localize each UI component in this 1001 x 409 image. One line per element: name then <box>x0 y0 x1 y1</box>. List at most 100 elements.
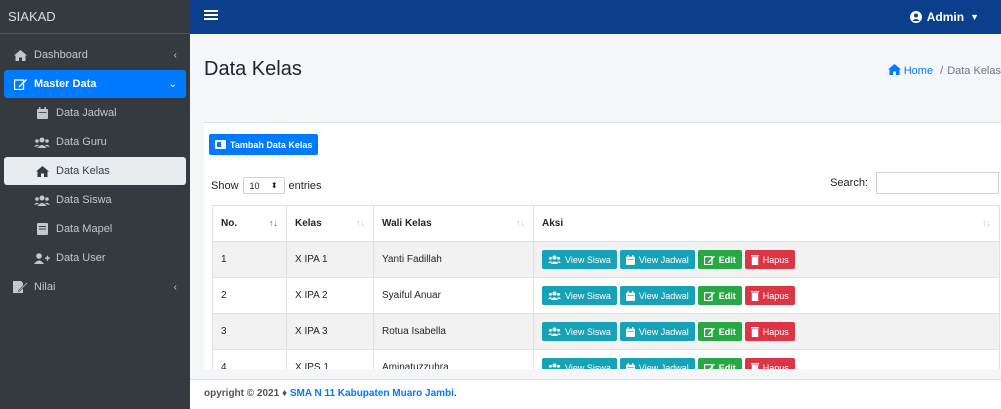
table-cell: X IPS 1 <box>286 349 374 369</box>
users-icon <box>548 255 561 264</box>
view-siswa-button[interactable]: View Siswa <box>542 358 617 369</box>
trash-icon <box>750 290 759 301</box>
button-label: Edit <box>718 254 736 265</box>
button-label: View Siswa <box>565 326 611 337</box>
edit-button[interactable]: Edit <box>697 358 742 369</box>
entries-length-control: Show 10 ⬍ entries <box>211 177 322 194</box>
view-jadwal-button[interactable]: View Jadwal <box>619 322 695 341</box>
sidebar-item-master-data[interactable]: Master Data ⌄ <box>4 70 186 98</box>
column-header-wali-kelas[interactable]: Wali Kelas ↑↓ <box>373 205 534 242</box>
view-siswa-button[interactable]: View Siswa <box>542 250 617 269</box>
column-header-label: Kelas <box>295 218 322 229</box>
table-cell: X IPA 1 <box>286 241 374 278</box>
users-icon <box>548 291 561 300</box>
column-header-aksi[interactable]: Aksi ↑↓ <box>533 205 1000 242</box>
calendar-icon <box>625 326 635 337</box>
add-class-button[interactable]: Tambah Data Kelas <box>209 134 319 155</box>
entries-select-value: 10 <box>249 180 260 191</box>
table-cell: 3 <box>212 313 287 350</box>
entries-select[interactable]: 10 ⬍ <box>242 177 285 194</box>
sidebar-item-data-kelas[interactable]: Data Kelas <box>4 157 186 185</box>
users-icon <box>34 195 50 206</box>
users-icon <box>34 137 50 148</box>
table-row: 3 X IPA 3 Rotua Isabella View Siswa View Jad… <box>212 313 1000 350</box>
table-cell: 2 <box>212 277 287 314</box>
view-siswa-button[interactable]: View Siswa <box>542 322 617 341</box>
edit-button[interactable]: Edit <box>697 250 742 269</box>
sidebar-item-dashboard[interactable]: Dashboard ‹ <box>4 41 186 69</box>
breadcrumb-separator: / <box>940 65 944 77</box>
column-header-label: Wali Kelas <box>382 218 432 229</box>
view-jadwal-button[interactable]: View Jadwal <box>619 250 695 269</box>
main-content: Data Kelas Home / Data Kelas Tambah Data … <box>190 34 1001 409</box>
column-header-kelas[interactable]: Kelas ↑↓ <box>286 205 374 242</box>
sidebar-nav: Dashboard ‹ Master Data ⌄ Data Jadwal Da… <box>0 34 190 301</box>
delete-button[interactable]: Hapus <box>744 250 795 269</box>
view-siswa-button[interactable]: View Siswa <box>542 286 617 305</box>
sort-icon: ↑↓ <box>356 218 365 228</box>
chevron-left-icon: ‹ <box>173 49 177 61</box>
table-cell-actions: View Siswa View Jadwal Edit Hapus <box>533 313 1000 350</box>
footer-school-link[interactable]: SMA N 11 Kabupaten Muaro Jambi. <box>290 388 457 399</box>
cell-kelas: X IPS 1 <box>295 362 329 369</box>
sidebar-item-nilai[interactable]: Nilai ‹ <box>4 273 186 301</box>
search-input[interactable] <box>876 172 999 194</box>
trash-icon <box>750 362 759 369</box>
class-table: No. ↑↓ Kelas ↑↓ Wali Kelas ↑↓ Aksi ↑↓ 1 X IPA… <box>212 205 1000 369</box>
brand-logo[interactable]: SIAKAD <box>0 0 190 34</box>
home-icon <box>887 64 901 75</box>
edit-button[interactable]: Edit <box>697 322 742 341</box>
sidebar-item-label: Data Jadwal <box>56 107 117 119</box>
search-control: Search: <box>830 172 999 194</box>
sidebar-item-data-guru[interactable]: Data Guru <box>4 128 186 156</box>
user-menu[interactable]: Admin ▼ <box>909 0 979 34</box>
sidebar-item-data-mapel[interactable]: Data Mapel <box>4 215 186 243</box>
delete-button[interactable]: Hapus <box>744 286 795 305</box>
data-card: Tambah Data Kelas Show 10 ⬍ entries Sear… <box>204 122 1001 369</box>
calendar-icon <box>625 254 635 265</box>
table-cell: Syaiful Anuar <box>373 277 534 314</box>
menu-toggle-icon[interactable] <box>204 8 218 22</box>
calendar-icon <box>625 290 635 301</box>
sort-updown-icon: ⬍ <box>270 181 278 190</box>
view-jadwal-button[interactable]: View Jadwal <box>619 358 695 370</box>
table-cell: X IPA 3 <box>286 313 374 350</box>
sidebar-item-label: Data Kelas <box>56 165 110 177</box>
cell-no: 3 <box>221 326 227 337</box>
calendar-icon <box>625 362 635 369</box>
column-header-no[interactable]: No. ↑↓ <box>212 205 287 242</box>
delete-button[interactable]: Hapus <box>744 358 795 369</box>
sidebar-item-label: Nilai <box>34 281 56 293</box>
breadcrumb-home-label: Home <box>903 65 934 77</box>
users-icon <box>548 363 561 369</box>
trash-icon <box>750 254 759 265</box>
column-header-label: Aksi <box>542 218 564 229</box>
edit-icon <box>703 363 715 369</box>
breadcrumb-home-link[interactable]: Home <box>887 64 936 77</box>
view-jadwal-button[interactable]: View Jadwal <box>619 286 695 305</box>
table-cell: X IPA 2 <box>286 277 374 314</box>
cell-kelas: X IPA 1 <box>295 254 328 265</box>
breadcrumb: Home / Data Kelas <box>887 64 1001 77</box>
sidebar-item-data-user[interactable]: Data User <box>4 244 186 272</box>
users-icon <box>548 327 561 336</box>
table-body: 1 X IPA 1 Yanti Fadillah View Siswa View Jad… <box>212 241 1000 370</box>
sidebar-item-data-siswa[interactable]: Data Siswa <box>4 186 186 214</box>
home-icon <box>12 49 28 61</box>
footer: opyright © 2021 ♦ SMA N 11 Kabupaten Mua… <box>190 379 1001 409</box>
edit-button[interactable]: Edit <box>697 286 742 305</box>
sidebar-item-data-jadwal[interactable]: Data Jadwal <box>4 99 186 127</box>
search-label: Search: <box>830 177 868 189</box>
button-label: View Siswa <box>565 290 611 301</box>
delete-button[interactable]: Hapus <box>744 322 795 341</box>
table-row: 4 X IPS 1 Aminatuzzuhra View Siswa View Jadw… <box>212 349 1000 370</box>
button-label: View Jadwal <box>638 362 689 370</box>
show-label: Show <box>211 179 239 192</box>
book-icon <box>34 223 50 235</box>
calendar-icon <box>34 107 50 119</box>
breadcrumb-current: Data Kelas <box>947 65 1001 77</box>
edit-icon <box>703 291 715 301</box>
button-label: Edit <box>718 326 736 337</box>
sidebar-item-label: Data User <box>56 252 106 264</box>
button-label: View Jadwal <box>638 290 689 301</box>
